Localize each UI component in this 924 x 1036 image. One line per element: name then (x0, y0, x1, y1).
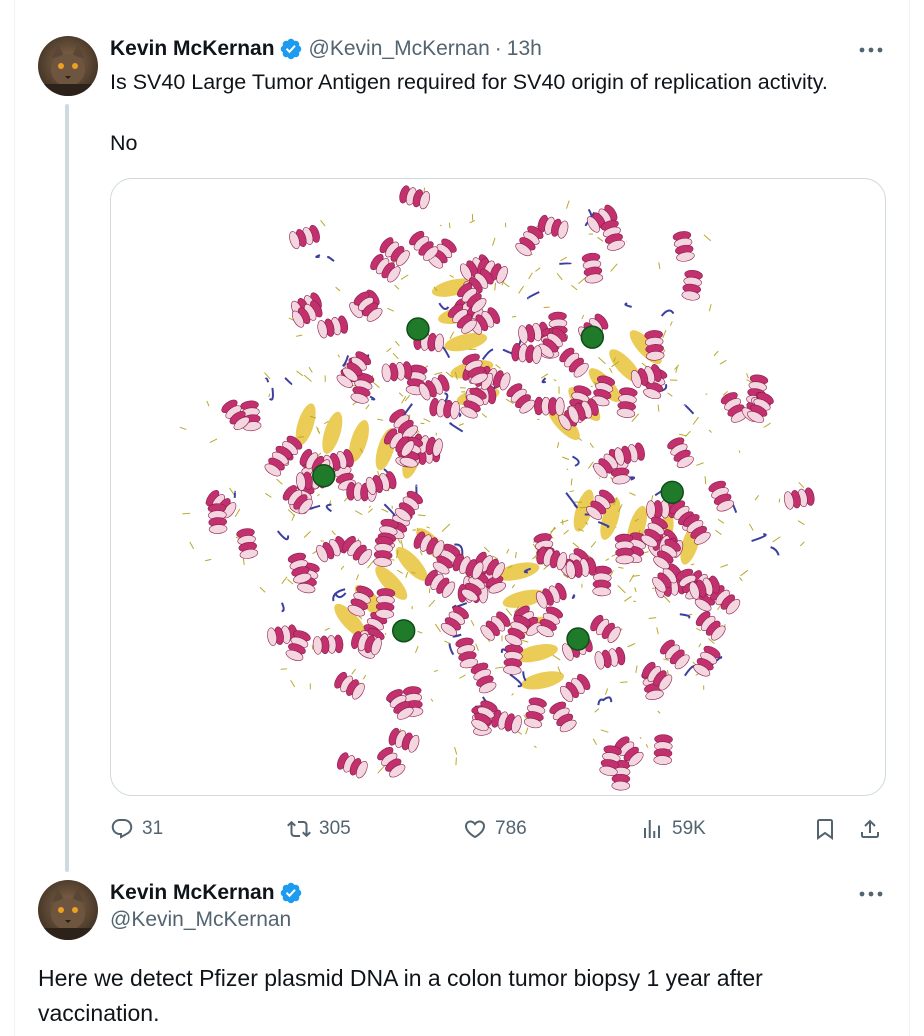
timeline-border-right (909, 0, 910, 1036)
like-count: 786 (495, 818, 527, 839)
share-upload-icon (861, 819, 879, 838)
more-options-button[interactable] (856, 38, 886, 62)
reply-count: 31 (142, 818, 164, 839)
ellipsis-icon (859, 47, 883, 53)
protein-structure-image (179, 185, 815, 791)
tweet-header: Kevin McKernan @Kevin_McKernan · 13h (110, 35, 542, 63)
views-button[interactable]: 59K (640, 812, 706, 846)
tweet-header: Kevin McKernan (110, 879, 303, 907)
like-button[interactable]: 786 (463, 812, 527, 846)
ellipsis-icon (859, 891, 883, 897)
handle[interactable]: @Kevin_McKernan (110, 908, 291, 932)
timeline-border-left (14, 0, 15, 1036)
bar-chart-icon (644, 820, 660, 838)
verified-badge-icon[interactable] (279, 37, 303, 61)
tweet-text-line-1: Here we detect Pfizer plasmid DNA in a c… (38, 965, 763, 991)
display-name[interactable]: Kevin McKernan (110, 37, 275, 61)
tweet-media-image[interactable] (110, 178, 886, 796)
repost-count: 305 (319, 818, 351, 839)
display-name[interactable]: Kevin McKernan (110, 881, 275, 905)
repost-button[interactable]: 305 (287, 812, 351, 846)
share-button[interactable] (858, 812, 882, 846)
tweet-text-line-2: No (110, 131, 138, 155)
avatar[interactable] (38, 880, 98, 940)
thread-connector-line (65, 104, 69, 872)
repost-arrows-icon (287, 820, 311, 838)
avatar[interactable] (38, 36, 98, 96)
tweet-actions-bar: 31 305 786 59K (110, 812, 886, 846)
more-options-button[interactable] (856, 882, 886, 906)
heart-icon (464, 820, 486, 839)
tweet-text-line-2: vaccination. (38, 1000, 160, 1026)
timestamp[interactable]: 13h (507, 37, 542, 61)
verified-badge-icon[interactable] (279, 881, 303, 905)
timeline: Kevin McKernan @Kevin_McKernan · 13h Is … (0, 0, 924, 1036)
speech-bubble-icon (111, 819, 133, 839)
bookmark-button[interactable] (813, 812, 837, 846)
separator-dot: · (494, 37, 502, 60)
handle[interactable]: @Kevin_McKernan (309, 37, 490, 61)
tweet-text-line-1: Is SV40 Large Tumor Antigen required for… (110, 70, 828, 94)
bookmark-icon (817, 819, 833, 840)
views-count: 59K (672, 818, 706, 839)
reply-button[interactable]: 31 (110, 812, 163, 846)
